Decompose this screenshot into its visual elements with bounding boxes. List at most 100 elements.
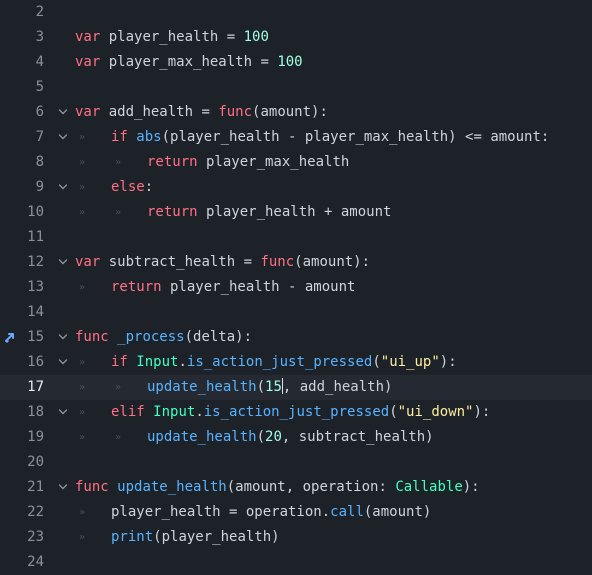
- code-token: func: [260, 254, 295, 270]
- code-line[interactable]: 7 » if abs(player_health - player_max_heal…: [0, 125, 592, 150]
- line-number: 19: [27, 429, 44, 445]
- code-line[interactable]: 2: [0, 0, 592, 25]
- code-token: update_health: [147, 429, 257, 445]
- indent-tab-icon: »: [115, 207, 122, 218]
- code-text: » » update_health(15, add_health): [75, 375, 392, 400]
- code-token: (delta):: [184, 329, 253, 345]
- code-token: .: [178, 354, 187, 370]
- code-token: (: [372, 354, 381, 370]
- code-token: ):: [473, 404, 491, 420]
- code-token: .: [195, 404, 204, 420]
- line-number: 10: [27, 204, 44, 220]
- line-number: 6: [35, 104, 44, 120]
- code-line[interactable]: 15 func _process(delta):: [0, 325, 592, 350]
- code-line[interactable]: 14: [0, 300, 592, 325]
- code-line[interactable]: 3 var player_health = 100: [0, 25, 592, 50]
- code-line[interactable]: 18 » elif Input.is_action_just_pressed("ui…: [0, 400, 592, 425]
- code-token: add_health =: [100, 104, 219, 120]
- code-token: call: [330, 504, 364, 520]
- fold-chevron-icon[interactable]: [58, 107, 68, 117]
- code-token: (: [256, 379, 266, 395]
- fold-chevron-icon[interactable]: [58, 357, 68, 367]
- code-line[interactable]: 13 » return player_health - amount: [0, 275, 592, 300]
- code-token: (amount, operation:: [226, 479, 396, 495]
- code-line[interactable]: 12 var subtract_health = func(amount):: [0, 250, 592, 275]
- line-number: 22: [27, 504, 44, 520]
- fold-chevron-icon[interactable]: [58, 332, 68, 342]
- indent-tab-icon: »: [79, 282, 86, 293]
- code-token: player_health + amount: [197, 204, 392, 220]
- code-line[interactable]: 11: [0, 225, 592, 250]
- indent-tab-icon: »: [79, 532, 86, 543]
- code-line[interactable]: 22 » player_health = operation.call(amount…: [0, 500, 592, 525]
- code-token: subtract_health =: [100, 254, 261, 270]
- code-token: Input: [136, 354, 179, 370]
- code-line[interactable]: 24: [0, 550, 592, 575]
- code-token: func: [75, 329, 109, 345]
- code-token: return: [147, 154, 198, 170]
- code-text: » player_health = operation.call(amount): [75, 500, 431, 525]
- code-token: func: [75, 479, 109, 495]
- code-text: func update_health(amount, operation: Ca…: [75, 475, 480, 500]
- line-number: 24: [27, 554, 44, 570]
- code-token: if: [111, 129, 137, 145]
- code-token: Input: [153, 404, 196, 420]
- code-token: 100: [277, 54, 303, 70]
- code-token: :: [144, 179, 154, 195]
- fold-chevron-icon[interactable]: [58, 182, 68, 192]
- code-line[interactable]: 16 » if Input.is_action_just_pressed("ui_u…: [0, 350, 592, 375]
- code-token: func: [218, 104, 253, 120]
- fold-chevron-icon[interactable]: [58, 257, 68, 267]
- line-number: 21: [27, 479, 44, 495]
- code-line[interactable]: 19 » » update_health(20, subtract_health): [0, 425, 592, 450]
- code-token: _process: [117, 329, 185, 345]
- code-token: (player_health - player_max_health) <= a…: [161, 129, 550, 145]
- line-number: 9: [35, 179, 44, 195]
- code-token: abs: [136, 129, 162, 145]
- indent-tab-icon: »: [79, 407, 86, 418]
- code-text: » print(player_health): [75, 525, 280, 550]
- code-line[interactable]: 10 » » return player_health + amount: [0, 200, 592, 225]
- code-token: (amount): [363, 504, 432, 520]
- code-token: 20: [265, 429, 282, 445]
- line-number: 4: [35, 54, 44, 70]
- line-number: 2: [35, 4, 44, 20]
- line-number: 14: [27, 304, 44, 320]
- fold-chevron-icon[interactable]: [58, 132, 68, 142]
- line-number: 11: [27, 229, 44, 245]
- fold-chevron-icon[interactable]: [58, 407, 68, 417]
- code-line[interactable]: 4 var player_max_health = 100: [0, 50, 592, 75]
- code-line[interactable]: 5: [0, 75, 592, 100]
- code-editor[interactable]: 2 3 var player_health = 100 4 var player_max…: [0, 0, 592, 575]
- line-number: 18: [27, 404, 44, 420]
- code-token: (: [389, 404, 398, 420]
- fold-chevron-icon[interactable]: [58, 482, 68, 492]
- code-token: player_max_health: [197, 154, 350, 170]
- code-token: player_health = operation.: [111, 504, 331, 520]
- code-token: "ui_down": [397, 404, 474, 420]
- code-line[interactable]: 23 » print(player_health): [0, 525, 592, 550]
- code-token: ):: [462, 479, 480, 495]
- debug-arrow-icon[interactable]: [4, 330, 18, 344]
- code-line[interactable]: 9 » else:: [0, 175, 592, 200]
- code-token: is_action_just_pressed: [186, 354, 373, 370]
- current-code-line[interactable]: 17 » » update_health(15, add_health): [0, 375, 592, 400]
- code-token: var: [75, 29, 101, 45]
- code-text: » if abs(player_health - player_max_healt…: [75, 125, 549, 150]
- code-line[interactable]: 21 func update_health(amount, operation: …: [0, 475, 592, 500]
- code-text: » » return player_health + amount: [75, 200, 391, 225]
- code-token: (amount):: [294, 254, 371, 270]
- code-token: var: [75, 54, 101, 70]
- code-token: , add_health): [282, 379, 393, 395]
- line-number: 23: [27, 529, 44, 545]
- code-line[interactable]: 8 » » return player_max_health: [0, 150, 592, 175]
- code-line[interactable]: 20: [0, 450, 592, 475]
- code-token: var: [75, 254, 101, 270]
- code-token: elif: [111, 404, 154, 420]
- code-token: print: [111, 529, 154, 545]
- code-text: var player_health = 100: [75, 25, 269, 50]
- code-line[interactable]: 6 var add_health = func(amount):: [0, 100, 592, 125]
- line-number: 3: [35, 29, 44, 45]
- indent-tab-icon: »: [79, 157, 86, 168]
